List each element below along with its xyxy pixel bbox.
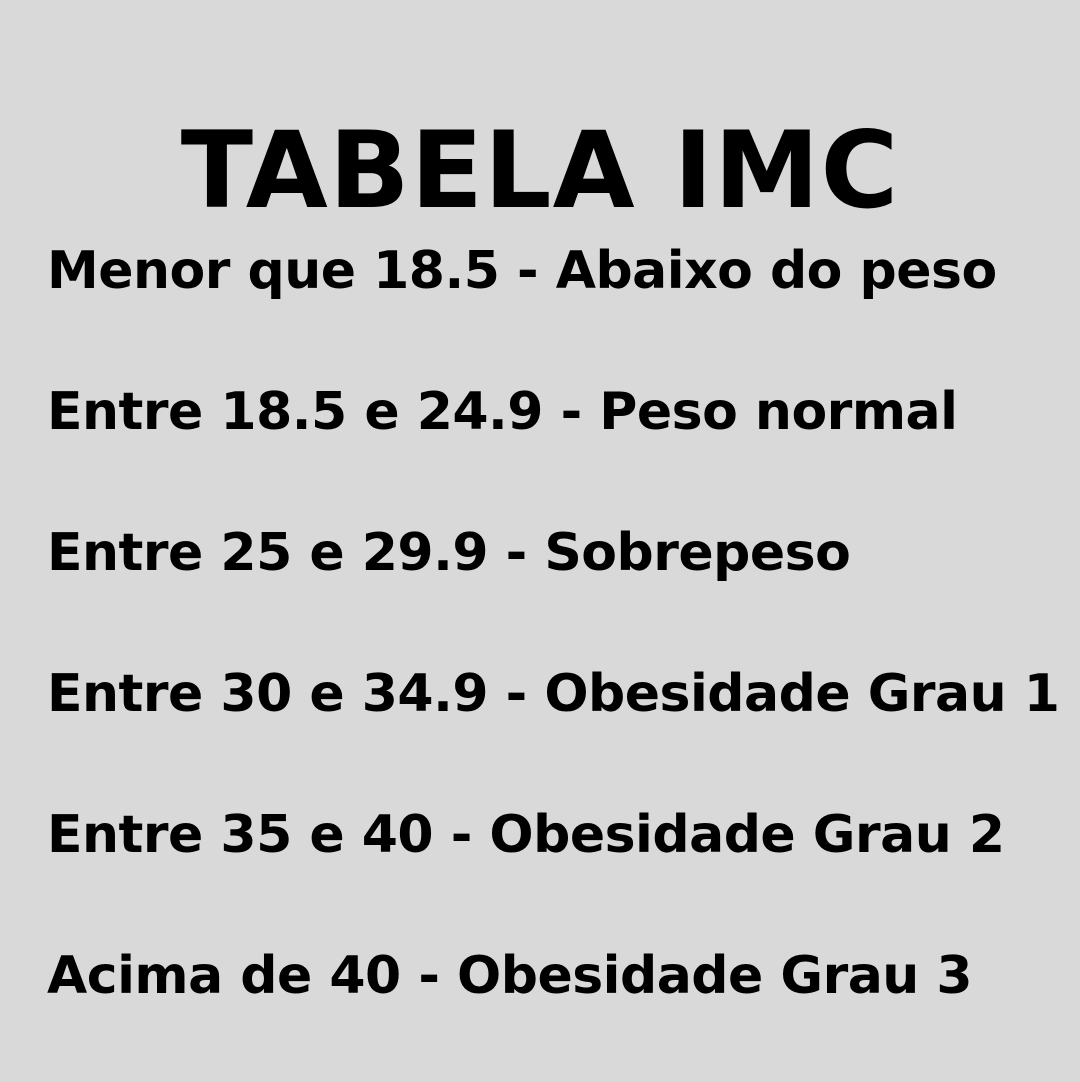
page-title: TABELA IMC [180,109,900,233]
imc-row-obesity-grade-3: Acima de 40 - Obesidade Grau 3 [47,946,973,1006]
imc-category-list: Menor que 18.5 - Abaixo do peso Entre 18… [47,236,1067,1082]
imc-row-underweight: Menor que 18.5 - Abaixo do peso [47,241,997,301]
imc-row-normal-weight: Entre 18.5 e 24.9 - Peso normal [47,382,958,442]
imc-row-obesity-grade-2: Entre 35 e 40 - Obesidade Grau 2 [47,805,1005,865]
imc-row-obesity-grade-1: Entre 30 e 34.9 - Obesidade Grau 1 [47,664,1060,724]
imc-row-overweight: Entre 25 e 29.9 - Sobrepeso [47,523,851,583]
imc-table-page: TABELA IMC Menor que 18.5 - Abaixo do pe… [0,0,1080,1080]
